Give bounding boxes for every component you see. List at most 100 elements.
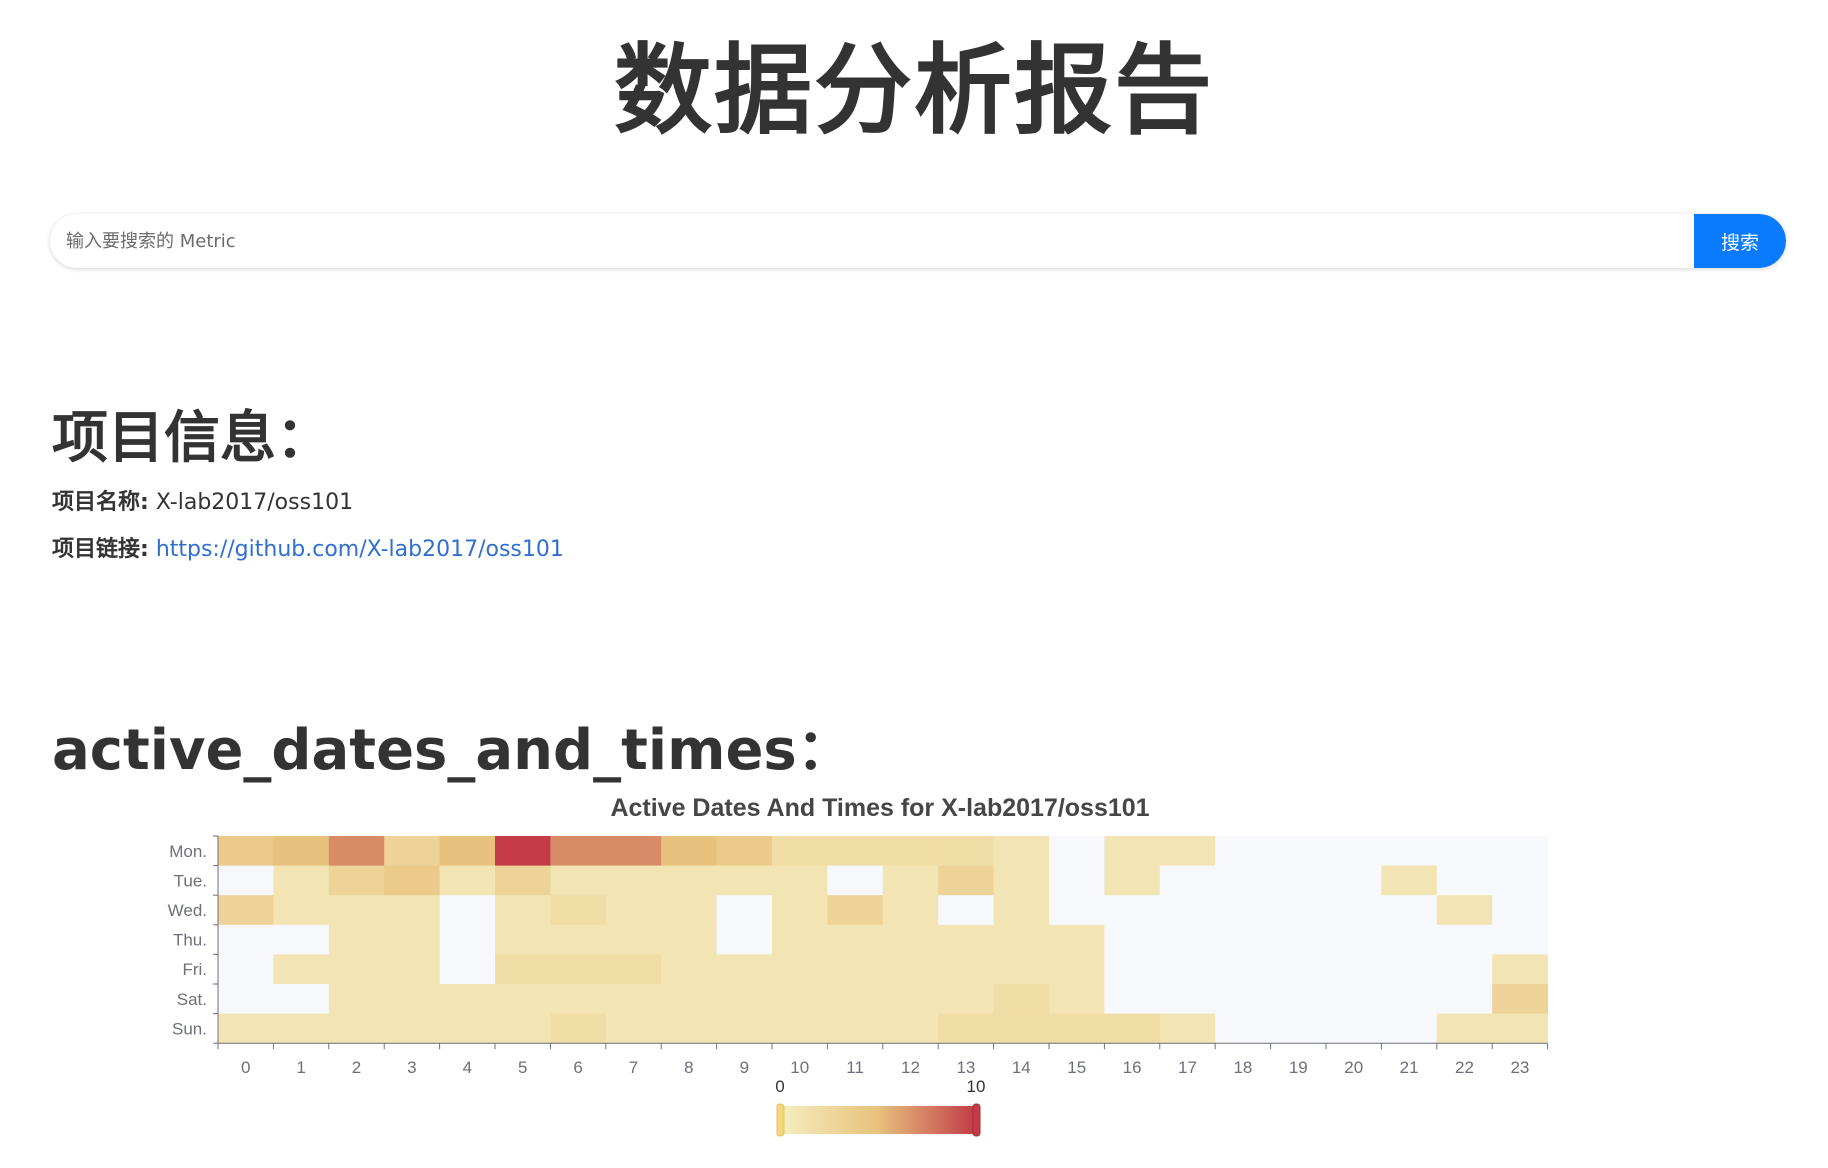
heatmap-cell bbox=[772, 984, 828, 1014]
search-input[interactable] bbox=[50, 214, 1702, 268]
heatmap-cell bbox=[1049, 1013, 1105, 1044]
heatmap-cell bbox=[605, 895, 662, 926]
heatmap-cell bbox=[882, 924, 939, 955]
heatmap-cell bbox=[827, 895, 884, 926]
heatmap-cell bbox=[882, 984, 939, 1014]
heatmap-cell bbox=[1159, 865, 1216, 896]
heatmap-cell bbox=[661, 924, 717, 955]
heatmap-cell bbox=[495, 1013, 551, 1044]
heatmap-cell bbox=[661, 895, 717, 926]
x-tick-label: 23 bbox=[1510, 1058, 1529, 1077]
visual-map-legend: 0 10 bbox=[775, 1077, 985, 1137]
heatmap-cell bbox=[827, 865, 884, 896]
heatmap-cell bbox=[1381, 954, 1438, 985]
heatmap-cell bbox=[495, 954, 551, 985]
heatmap-cell bbox=[827, 1013, 884, 1044]
project-info-heading: 项目信息： bbox=[52, 406, 332, 471]
heatmap-cell bbox=[772, 836, 828, 866]
heatmap-cell bbox=[1159, 836, 1216, 866]
x-tick-label: 6 bbox=[573, 1058, 582, 1077]
x-tick-label: 16 bbox=[1123, 1058, 1142, 1077]
heatmap-cell bbox=[1326, 954, 1382, 985]
x-tick-label: 5 bbox=[518, 1058, 527, 1077]
heatmap-cell bbox=[1492, 924, 1548, 955]
heatmap-cell bbox=[993, 836, 1050, 866]
heatmap-cell bbox=[1381, 895, 1438, 926]
x-tick-label: 14 bbox=[1012, 1058, 1031, 1077]
heatmap-cell bbox=[661, 1013, 717, 1044]
heatmap-cell bbox=[273, 984, 330, 1014]
heatmap-cell bbox=[1381, 836, 1438, 866]
heatmap-cell bbox=[1492, 836, 1548, 866]
project-link[interactable]: https://github.com/X-lab2017/oss101 bbox=[156, 537, 564, 562]
heatmap-cell bbox=[218, 895, 274, 926]
heatmap-cell bbox=[1270, 924, 1327, 955]
heatmap-cell bbox=[1492, 865, 1548, 896]
heatmap-cell bbox=[1436, 865, 1493, 896]
heatmap-cell bbox=[495, 895, 551, 926]
heatmap-cell bbox=[993, 984, 1050, 1014]
heatmap-cell bbox=[1049, 924, 1105, 955]
heatmap-cell bbox=[938, 924, 994, 955]
heatmap-cell bbox=[1104, 924, 1161, 955]
heatmap-cell bbox=[772, 954, 828, 985]
y-tick-label: Wed. bbox=[168, 901, 207, 920]
heatmap-cell bbox=[218, 865, 274, 896]
heatmap-cell bbox=[882, 895, 939, 926]
heatmap-cell bbox=[1270, 1013, 1327, 1044]
heatmap-cell bbox=[273, 924, 330, 955]
project-name-value: X-lab2017/oss101 bbox=[155, 490, 354, 515]
heatmap-cell bbox=[439, 865, 496, 896]
heatmap-cell bbox=[1270, 836, 1327, 866]
heatmap-cell bbox=[550, 1013, 607, 1044]
heatmap-cell bbox=[1104, 954, 1161, 985]
page-title: 数据分析报告 bbox=[613, 34, 1214, 148]
heatmap-cell bbox=[661, 865, 717, 896]
heatmap-cell bbox=[1270, 865, 1327, 896]
heatmap-cell bbox=[1381, 865, 1438, 896]
heatmap-cell bbox=[495, 865, 551, 896]
heatmap-cell bbox=[328, 895, 385, 926]
heatmap-cell bbox=[1215, 865, 1271, 896]
project-name-row: 项目名称: X-lab2017/oss101 bbox=[52, 484, 353, 516]
search-button[interactable]: 搜索 bbox=[1694, 214, 1786, 268]
heatmap-cell bbox=[1159, 895, 1216, 926]
heatmap-cell bbox=[1436, 924, 1493, 955]
heatmap-cell bbox=[716, 865, 773, 896]
heatmap-cell bbox=[1104, 895, 1161, 926]
x-tick-label: 12 bbox=[901, 1058, 920, 1077]
heatmap-cell bbox=[384, 924, 440, 955]
heatmap-cell bbox=[1436, 984, 1493, 1014]
heatmap-cell bbox=[439, 836, 496, 866]
heatmap-cell bbox=[1492, 954, 1548, 985]
heatmap-cell bbox=[1159, 954, 1216, 985]
heatmap-cell bbox=[1215, 836, 1271, 866]
heatmap-cell bbox=[273, 954, 330, 985]
heatmap-cell bbox=[882, 836, 939, 866]
heatmap-cell bbox=[993, 895, 1050, 926]
heatmap-cell bbox=[1436, 836, 1493, 866]
x-tick-label: 9 bbox=[740, 1058, 749, 1077]
visual-map-min-handle[interactable] bbox=[776, 1103, 785, 1137]
y-tick-label: Thu. bbox=[173, 931, 207, 950]
x-tick-label: 17 bbox=[1178, 1058, 1197, 1077]
heatmap-cell bbox=[1326, 1013, 1382, 1044]
heatmap-cell bbox=[439, 924, 496, 955]
heatmap-cell bbox=[328, 924, 385, 955]
visual-map-max-handle[interactable] bbox=[972, 1103, 981, 1137]
heatmap-cell bbox=[1436, 895, 1493, 926]
x-tick-label: 19 bbox=[1289, 1058, 1308, 1077]
heatmap-cell bbox=[1049, 895, 1105, 926]
heatmap-cell bbox=[827, 954, 884, 985]
heatmap-cell bbox=[716, 984, 773, 1014]
heatmap-cell bbox=[218, 836, 274, 866]
x-tick-label: 15 bbox=[1067, 1058, 1086, 1077]
heatmap-cell bbox=[1492, 984, 1548, 1014]
heatmap-cell bbox=[938, 865, 994, 896]
heatmap-cell bbox=[716, 1013, 773, 1044]
heatmap-cell bbox=[273, 895, 330, 926]
heatmap-cell bbox=[1104, 836, 1161, 866]
heatmap-cell bbox=[993, 1013, 1050, 1044]
heatmap-cell bbox=[772, 895, 828, 926]
heatmap-cell bbox=[1270, 954, 1327, 985]
